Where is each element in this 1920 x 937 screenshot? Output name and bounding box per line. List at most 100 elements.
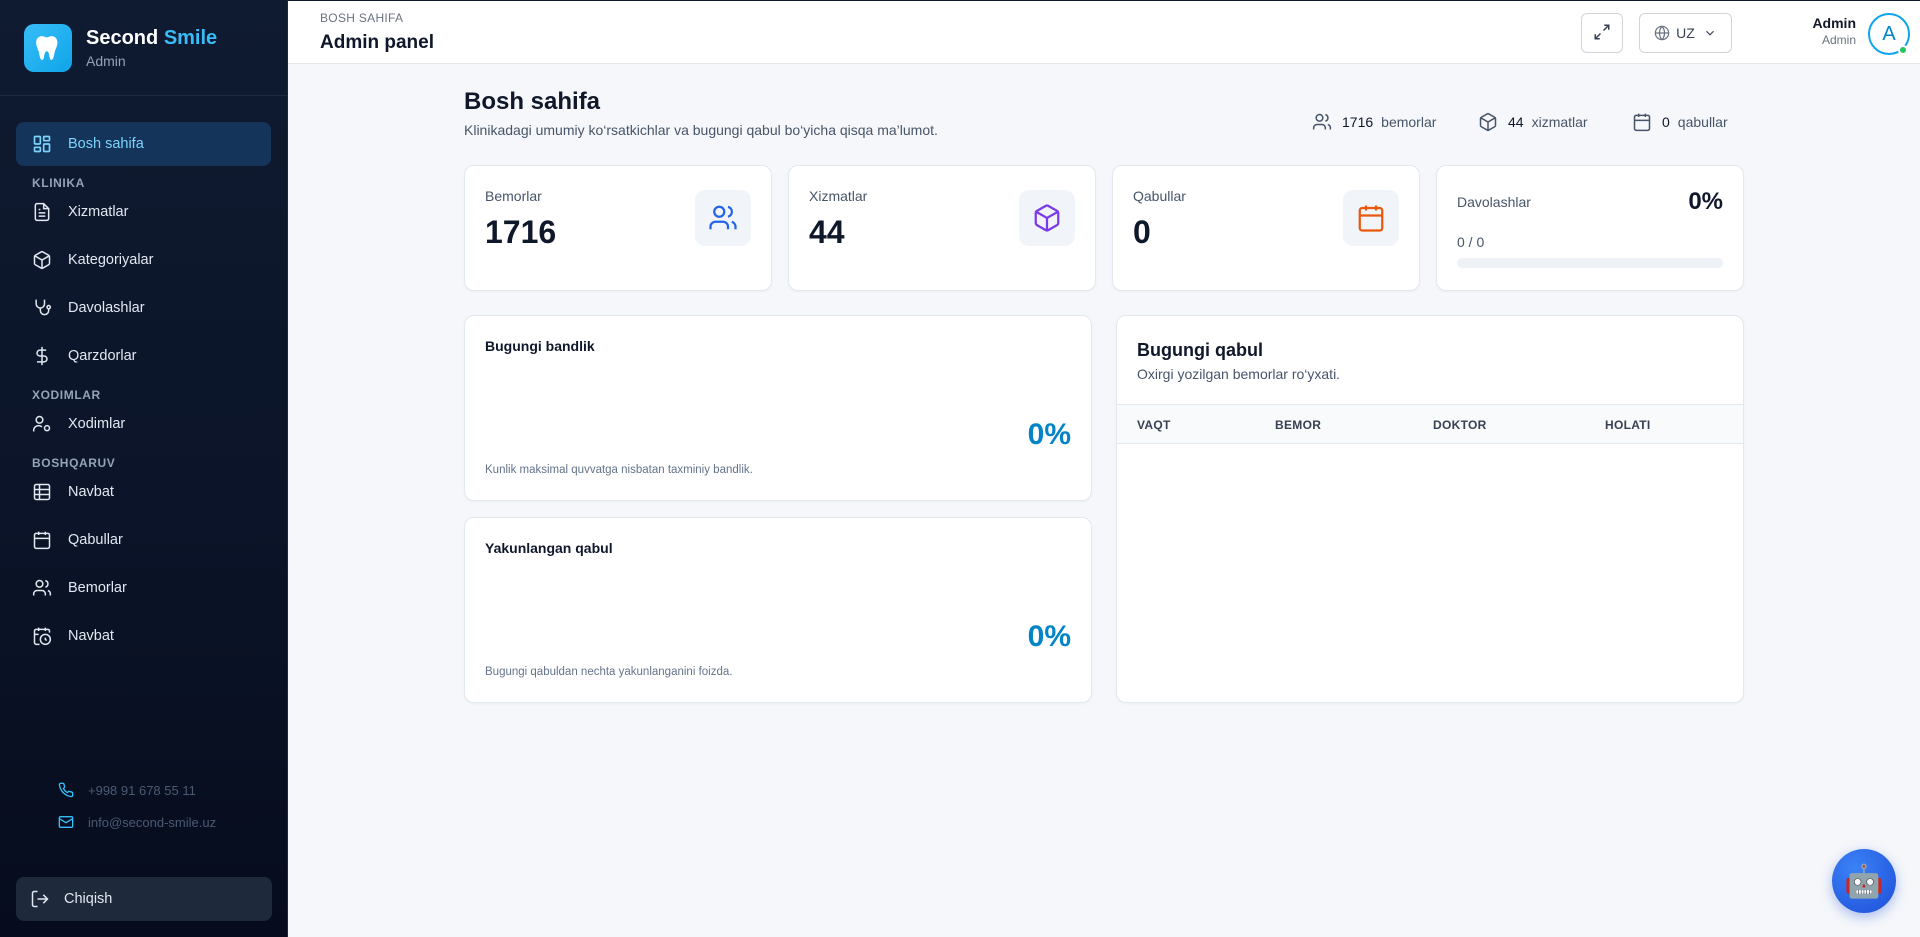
stat-card-treatments: Davolashlar 0% 0 / 0 [1436,165,1744,291]
stat-label: Qabullar [1133,188,1186,204]
calendar-clock-icon [32,626,52,646]
phone-icon [58,782,76,798]
stat-card-appointments: Qabullar 0 [1112,165,1420,291]
language-value: UZ [1676,25,1695,41]
column-header-status: HOLATI [1605,418,1651,432]
sidebar-item-label: Xodimlar [68,416,126,432]
stat-value: 1716 [485,214,557,250]
sidebar-item-label: Bosh sahifa [68,136,144,152]
sidebar-section-klinika: KLINIKA [32,176,85,190]
sidebar-item-label: Qabullar [68,532,123,548]
table-icon [32,482,52,502]
panel-title: Yakunlangan qabul [485,540,613,556]
sidebar-item-kategoriyalar[interactable]: Kategoriyalar [16,238,271,282]
sidebar-item-label: Xizmatlar [68,204,129,220]
brand: Second Smile Admin [0,0,287,96]
page-subtitle: Klinikadagi umumiy ko‘rsatkichlar va bug… [464,122,938,138]
occupancy-percent: 0% [1027,418,1071,451]
sidebar-section-xodimlar: XODIMLAR [32,388,101,402]
summary-services: 44 xizmatlar [1478,112,1588,132]
summary-label: xizmatlar [1531,114,1588,130]
page-title: Bosh sahifa [464,88,601,115]
chevron-down-icon [1703,26,1717,40]
today-queue-panel: Bugungi qabul Oxirgi yozilgan bemorlar r… [1116,315,1744,703]
sidebar-item-label: Kategoriyalar [68,252,154,268]
sidebar-item-label: Davolashlar [68,300,145,316]
user-info: Admin Admin [1754,15,1856,47]
dollar-icon [32,346,52,366]
brand-role: Admin [86,52,126,69]
table-header: VAQT BEMOR DOKTOR HOLATI [1117,404,1743,444]
phone-text: +998 91 678 55 11 [88,782,196,798]
sidebar-item-qarzdorlar[interactable]: Qarzdorlar [16,334,271,378]
panel-title: Bugungi qabul [1137,340,1263,360]
assistant-button[interactable]: 🤖 [1832,849,1896,913]
completed-panel: Yakunlangan qabul 0% Bugungi qabuldan ne… [464,517,1092,703]
email-text: info@second-smile.uz [88,814,217,830]
panel-title: Bugungi bandlik [485,338,595,354]
dashboard-icon [32,134,52,154]
sidebar-nav: Bosh sahifa KLINIKA Xizmatlar Kategoriya… [0,96,287,658]
online-status-dot [1898,45,1908,55]
sidebar-item-label: Navbat [68,484,114,500]
column-header-patient: BEMOR [1275,418,1322,432]
package-icon [1019,190,1075,246]
sidebar-item-label: Qarzdorlar [68,348,137,364]
phone-contact[interactable]: +998 91 678 55 11 [58,774,216,806]
robot-icon: 🤖 [1844,863,1884,899]
email-contact[interactable]: info@second-smile.uz [58,806,216,838]
mail-icon [58,814,76,830]
logout-icon [30,889,50,909]
treatments-percent: 0% [1688,188,1723,215]
language-select[interactable]: UZ [1639,13,1732,53]
column-header-time: VAQT [1137,418,1171,432]
logout-label: Chiqish [64,891,113,907]
sidebar-item-bosh-sahifa[interactable]: Bosh sahifa [16,122,271,166]
panel-subtitle: Oxirgi yozilgan bemorlar ro‘yxati. [1137,366,1341,382]
stat-label: Davolashlar [1457,194,1531,210]
summary-patients: 1716 bemorlar [1312,112,1436,132]
completed-percent: 0% [1027,620,1071,653]
breadcrumb: BOSH SAHIFA [320,11,404,25]
tooth-logo-icon [24,23,72,72]
package-icon [32,250,52,270]
calendar-icon [1632,112,1652,132]
stat-value: 44 [809,214,845,250]
treatments-ratio: 0 / 0 [1457,234,1485,250]
sidebar-item-davolashlar[interactable]: Davolashlar [16,286,271,330]
user-cog-icon [32,414,52,434]
summary-label: bemorlar [1381,114,1437,130]
user-role: Admin [1821,33,1856,47]
sidebar-item-xizmatlar[interactable]: Xizmatlar [16,190,271,234]
sidebar-item-navbat-2[interactable]: Navbat [16,614,271,658]
header-title: Admin panel [320,32,435,53]
panel-note: Bugungi qabuldan nechta yakunlanganini f… [485,666,733,678]
stat-value: 0 [1133,214,1151,250]
package-icon [1478,112,1498,132]
fullscreen-button[interactable] [1581,13,1623,53]
stethoscope-icon [32,298,52,318]
brand-name: Second Smile [86,26,218,49]
column-header-doctor: DOKTOR [1433,418,1487,432]
sidebar-item-xodimlar[interactable]: Xodimlar [16,402,271,446]
users-icon [1312,112,1332,132]
treatments-progress-bar [1457,258,1723,268]
file-text-icon [32,202,52,222]
sidebar-item-bemorlar[interactable]: Bemorlar [16,566,271,610]
sidebar-item-label: Bemorlar [68,580,127,596]
summary-value: 0 [1662,114,1670,130]
expand-icon [1593,23,1611,44]
summary-value: 1716 [1342,114,1374,130]
sidebar-item-qabullar[interactable]: Qabullar [16,518,271,562]
summary-label: qabullar [1677,114,1728,130]
stat-card-patients: Bemorlar 1716 [464,165,772,291]
logout-button[interactable]: Chiqish [16,877,272,921]
sidebar: Second Smile Admin Bosh sahifa KLINIKA X… [0,0,288,937]
calendar-icon [32,530,52,550]
user-name: Admin [1812,15,1856,31]
summary-appointments: 0 qabullar [1632,112,1728,132]
users-icon [32,578,52,598]
sidebar-item-navbat[interactable]: Navbat [16,470,271,514]
stat-label: Xizmatlar [809,188,868,204]
globe-icon [1654,25,1670,41]
